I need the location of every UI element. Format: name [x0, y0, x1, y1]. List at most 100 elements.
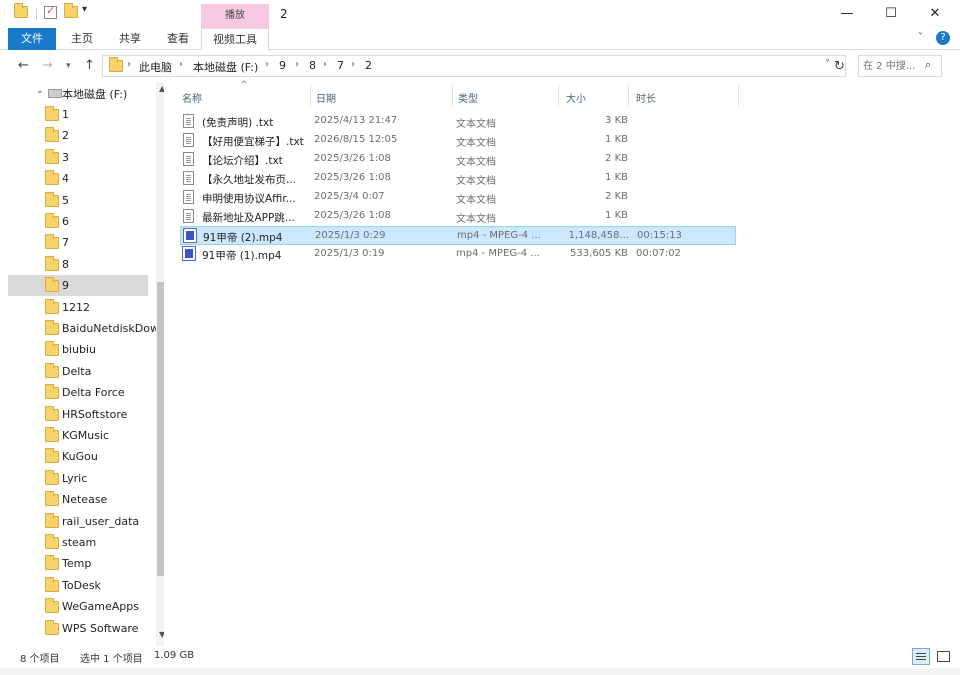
file-row[interactable]: 申明使用协议Affir... 2025/3/4 0:07 文本文档 2 KB	[180, 188, 736, 207]
nav-folder-item[interactable]: WeGameApps	[8, 596, 148, 617]
column-header-date[interactable]: 日期	[316, 90, 336, 105]
breadcrumb-item[interactable]: 8	[309, 59, 316, 72]
breadcrumb-separator[interactable]: ›	[351, 59, 355, 70]
nav-folder-item[interactable]: 1212	[8, 297, 148, 318]
column-header-type[interactable]: 类型	[458, 90, 478, 105]
details-view-icon[interactable]	[912, 648, 930, 665]
file-date: 2025/1/3 0:29	[315, 230, 386, 241]
nav-folder-item[interactable]: 8	[8, 254, 148, 275]
column-divider[interactable]	[452, 84, 453, 106]
breadcrumb-item[interactable]: 2	[365, 59, 372, 72]
folder-icon	[45, 127, 59, 143]
column-header-name[interactable]: 名称	[182, 90, 202, 105]
file-row[interactable]: 91甲帝 (1).mp4 2025/1/3 0:19 mp4 - MPEG-4 ..…	[180, 245, 736, 264]
back-button[interactable]: ←	[18, 58, 29, 73]
help-icon[interactable]: ?	[936, 31, 950, 45]
nav-folder-item[interactable]: KGMusic	[8, 425, 148, 446]
nav-folder-item[interactable]: WPS Software	[8, 618, 148, 639]
nav-folder-item[interactable]: steam	[8, 532, 148, 553]
new-folder-icon[interactable]	[64, 3, 78, 20]
nav-folder-item[interactable]: biubiu	[8, 339, 148, 360]
column-divider[interactable]	[738, 84, 739, 106]
search-box[interactable]: ⌕	[858, 55, 942, 77]
column-header-duration[interactable]: 时长	[636, 90, 656, 105]
nav-folder-item[interactable]: Delta	[8, 361, 148, 382]
column-divider[interactable]	[628, 84, 629, 106]
properties-icon[interactable]	[44, 4, 58, 20]
folder-icon	[14, 3, 28, 20]
nav-folder-item[interactable]: Delta Force	[8, 382, 148, 403]
scroll-thumb[interactable]	[157, 282, 164, 576]
breadcrumb-item[interactable]: 7	[337, 59, 344, 72]
scroll-up-icon[interactable]: ▲	[159, 84, 164, 93]
navigation-pane[interactable]: ⌄ 本地磁盘 (F:) 1 2 3 4 5 6 7 8 9 1212 BaiduNetdiskDow…	[8, 82, 164, 646]
selection-count: 选中 1 个项目	[80, 654, 143, 665]
breadcrumb-separator[interactable]: ›	[265, 59, 269, 70]
nav-folder-item[interactable]: 7	[8, 232, 148, 253]
breadcrumb-item[interactable]: 9	[279, 59, 286, 72]
file-row[interactable]: (免责声明) .txt 2025/4/13 21:47 文本文档 3 KB	[180, 112, 736, 131]
tab-file[interactable]: 文件	[8, 28, 56, 50]
file-row[interactable]: 91甲帝 (2).mp4 2025/1/3 0:29 mp4 - MPEG-4 ..…	[180, 226, 736, 245]
nav-folder-item[interactable]: Netease	[8, 489, 148, 510]
nav-folder-item[interactable]: ToDesk	[8, 575, 148, 596]
breadcrumb-separator[interactable]: ›	[295, 59, 299, 70]
column-divider[interactable]	[558, 84, 559, 106]
file-date: 2025/4/13 21:47	[314, 115, 398, 126]
column-divider[interactable]	[310, 84, 311, 106]
file-row[interactable]: 【好用便宜梯子】.txt 2026/8/15 12:05 文本文档 1 KB	[180, 131, 736, 150]
nav-folder-item[interactable]: 2	[8, 125, 148, 146]
file-row[interactable]: 最新地址及APP跳... 2025/3/26 1:08 文本文档 1 KB	[180, 207, 736, 226]
search-input[interactable]	[863, 58, 923, 74]
nav-item-label: rail_user_data	[62, 514, 140, 528]
file-list[interactable]: ^ 名称 日期 类型 大小 时长 (免责声明) .txt 2025/4/13 21…	[176, 80, 956, 646]
close-button[interactable]: ✕	[912, 2, 958, 26]
search-icon[interactable]: ⌕	[925, 58, 931, 72]
nav-folder-item[interactable]: 3	[8, 147, 148, 168]
address-row: ← → ▾ ↑ › 此电脑 › 本地磁盘 (F:) › 9 › 8 › 7 › …	[0, 52, 960, 80]
breadcrumb-separator[interactable]: ›	[323, 59, 327, 70]
minimize-button[interactable]: —	[824, 2, 870, 26]
nav-folder-item[interactable]: HRSoftstore	[8, 404, 148, 425]
tab-home[interactable]: 主页	[62, 28, 102, 50]
nav-folder-item[interactable]: 6	[8, 211, 148, 232]
nav-folder-item[interactable]: rail_user_data	[8, 511, 148, 532]
scroll-down-icon[interactable]: ▼	[159, 630, 164, 639]
maximize-button[interactable]: ☐	[868, 2, 914, 26]
nav-item-label: steam	[62, 536, 97, 549]
ribbon-expand-icon[interactable]: ˅	[918, 32, 923, 43]
forward-button[interactable]: →	[42, 58, 53, 73]
tab-video-tools[interactable]: 视频工具	[201, 28, 269, 50]
nav-folder-item[interactable]: Lyric	[8, 468, 148, 489]
quick-access-dropdown-icon[interactable]: ▾	[82, 4, 87, 15]
nav-folder-item[interactable]: 9	[8, 275, 148, 297]
nav-folder-item[interactable]: 4	[8, 168, 148, 189]
column-header-size[interactable]: 大小	[566, 90, 586, 105]
file-row[interactable]: 【永久地址发布页... 2025/3/26 1:08 文本文档 1 KB	[180, 169, 736, 188]
tab-view[interactable]: 查看	[158, 28, 198, 50]
large-icons-view-icon[interactable]	[934, 648, 952, 665]
chevron-down-icon[interactable]: ⌄	[36, 86, 44, 96]
nav-folder-item[interactable]: 1	[8, 104, 148, 125]
nav-scrollbar[interactable]: ▲ ▼	[156, 82, 164, 646]
breadcrumb-separator[interactable]: ›	[127, 59, 131, 70]
text-file-icon	[183, 171, 194, 185]
tab-share[interactable]: 共享	[110, 28, 150, 50]
address-dropdown-icon[interactable]: ˅	[825, 59, 830, 70]
up-button[interactable]: ↑	[84, 58, 95, 73]
breadcrumb-separator[interactable]: ›	[179, 59, 183, 70]
nav-folder-item[interactable]: 5	[8, 190, 148, 211]
refresh-button[interactable]: ↻	[834, 59, 845, 74]
nav-item-label: Lyric	[62, 471, 88, 485]
nav-folder-item[interactable]: Temp	[8, 553, 148, 574]
file-row[interactable]: 【论坛介绍】.txt 2025/3/26 1:08 文本文档 2 KB	[180, 150, 736, 169]
file-duration: 00:07:02	[636, 248, 681, 259]
address-bar[interactable]: › 此电脑 › 本地磁盘 (F:) › 9 › 8 › 7 › 2 ˅	[102, 55, 846, 77]
breadcrumb-item[interactable]: 此电脑	[139, 59, 172, 75]
recent-locations-icon[interactable]: ▾	[66, 61, 71, 71]
nav-folder-item[interactable]: BaiduNetdiskDow	[8, 318, 159, 339]
nav-folder-item[interactable]: KuGou	[8, 446, 148, 467]
contextual-tab-play[interactable]: 播放	[201, 4, 269, 28]
breadcrumb-item[interactable]: 本地磁盘 (F:)	[193, 59, 258, 75]
file-type: 文本文档	[456, 119, 496, 130]
